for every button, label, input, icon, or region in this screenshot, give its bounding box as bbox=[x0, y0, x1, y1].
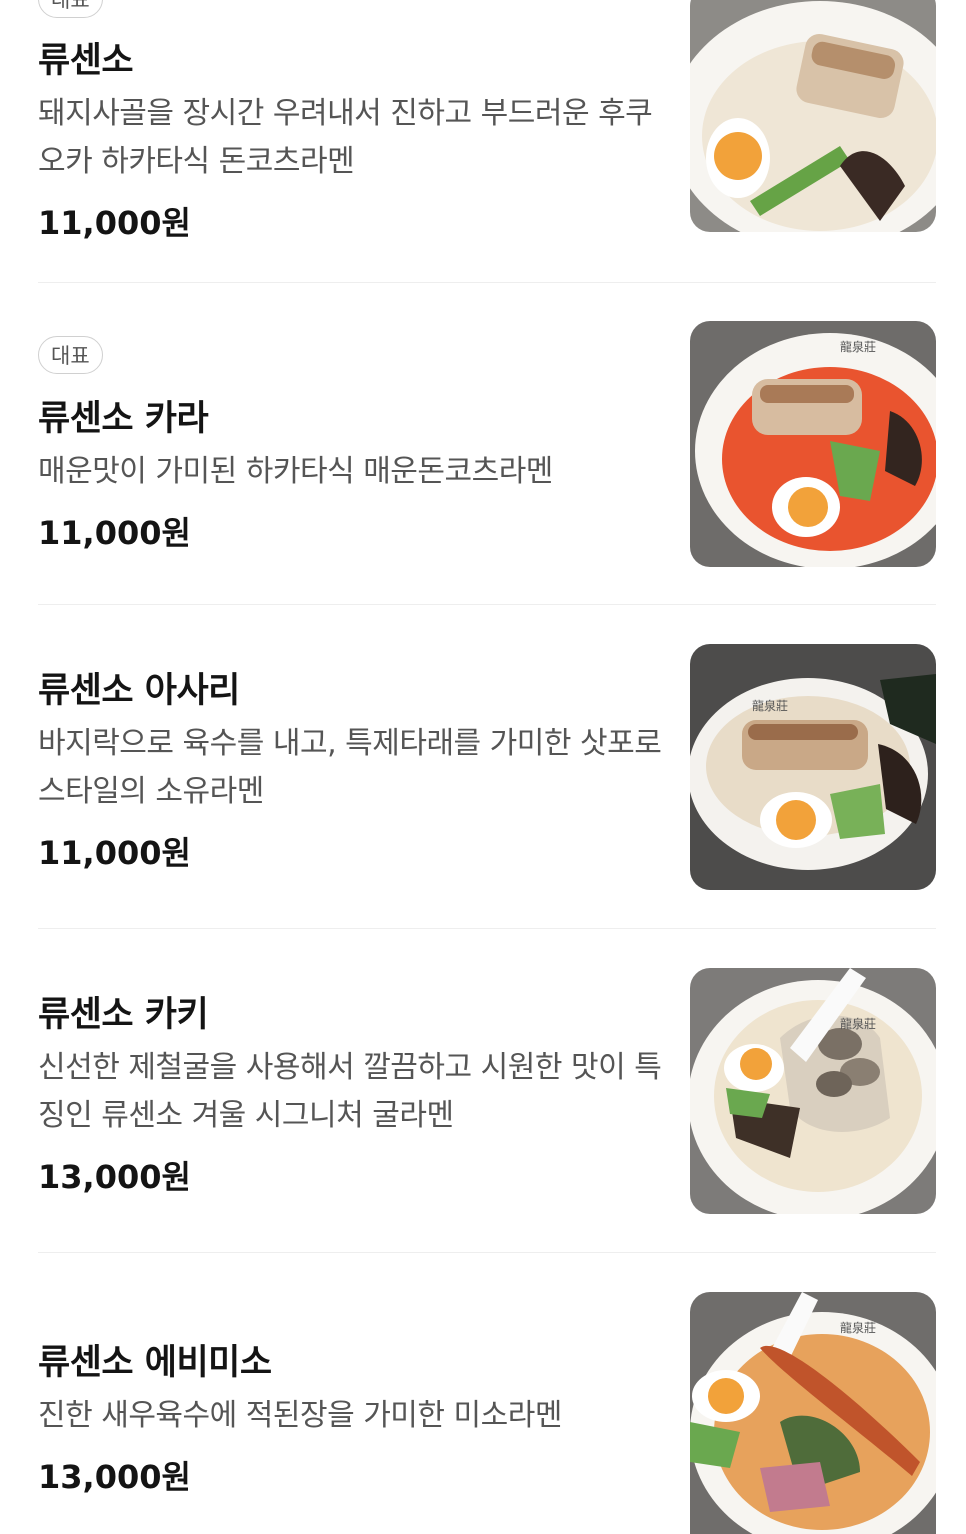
menu-item-photo[interactable] bbox=[690, 0, 936, 232]
menu-item-photo[interactable]: 龍泉莊 bbox=[690, 321, 936, 567]
menu-list: 대표 류센소 돼지사골을 장시간 우려내서 진하고 부드러운 후쿠오카 하카타식… bbox=[0, 0, 966, 1534]
divider bbox=[38, 604, 936, 605]
menu-item-description: 돼지사골을 장시간 우려내서 진하고 부드러운 후쿠오카 하카타식 돈코츠라멘 bbox=[38, 96, 653, 179]
svg-text:龍泉莊: 龍泉莊 bbox=[840, 1320, 876, 1335]
signature-badge: 대표 bbox=[38, 336, 103, 374]
menu-item[interactable]: 대표 류센소 돼지사골을 장시간 우려내서 진하고 부드러운 후쿠오카 하카타식… bbox=[38, 0, 936, 282]
menu-item-photo[interactable]: 龍泉莊 bbox=[690, 644, 936, 890]
menu-item-photo[interactable]: 龍泉莊 bbox=[690, 968, 936, 1214]
menu-item-description: 진한 새우육수에 적된장을 가미한 미소라멘 bbox=[38, 1398, 562, 1433]
svg-text:龍泉莊: 龍泉莊 bbox=[840, 1016, 876, 1031]
svg-text:龍泉莊: 龍泉莊 bbox=[840, 339, 876, 354]
divider bbox=[38, 928, 936, 929]
menu-item-description: 신선한 제철굴을 사용해서 깔끔하고 시원한 맛이 특징인 류센소 겨울 시그니… bbox=[38, 1050, 662, 1133]
menu-item-description: 매운맛이 가미된 하카타식 매운돈코츠라멘 bbox=[38, 454, 553, 489]
menu-item-price: 11,000원 bbox=[38, 204, 191, 242]
divider bbox=[38, 282, 936, 283]
menu-item-name: 류센소 아사리 bbox=[38, 671, 240, 711]
menu-item-name: 류센소 카라 bbox=[38, 399, 209, 439]
menu-item-name: 류센소 bbox=[38, 41, 134, 81]
menu-item-price: 13,000원 bbox=[38, 1458, 191, 1496]
menu-item-description: 바지락으로 육수를 내고, 특제타래를 가미한 삿포로 스타일의 소유라멘 bbox=[38, 726, 662, 809]
menu-item[interactable]: 류센소 에비미소 진한 새우육수에 적된장을 가미한 미소라멘 13,000원 … bbox=[38, 1290, 936, 1534]
menu-item-photo[interactable]: 龍泉莊 bbox=[690, 1292, 936, 1534]
divider bbox=[38, 1252, 936, 1253]
svg-text:龍泉莊: 龍泉莊 bbox=[752, 698, 788, 713]
menu-item-price: 13,000원 bbox=[38, 1158, 191, 1196]
menu-item[interactable]: 류센소 아사리 바지락으로 육수를 내고, 특제타래를 가미한 삿포로 스타일의… bbox=[38, 642, 936, 928]
menu-item-price: 11,000원 bbox=[38, 514, 191, 552]
menu-item-name: 류센소 카키 bbox=[38, 995, 209, 1035]
menu-item[interactable]: 류센소 카키 신선한 제철굴을 사용해서 깔끔하고 시원한 맛이 특징인 류센소… bbox=[38, 966, 936, 1252]
menu-item-name: 류센소 에비미소 bbox=[38, 1343, 272, 1383]
menu-item-price: 11,000원 bbox=[38, 834, 191, 872]
menu-item[interactable]: 대표 류센소 카라 매운맛이 가미된 하카타식 매운돈코츠라멘 11,000원 … bbox=[38, 320, 936, 604]
signature-badge: 대표 bbox=[38, 0, 103, 18]
